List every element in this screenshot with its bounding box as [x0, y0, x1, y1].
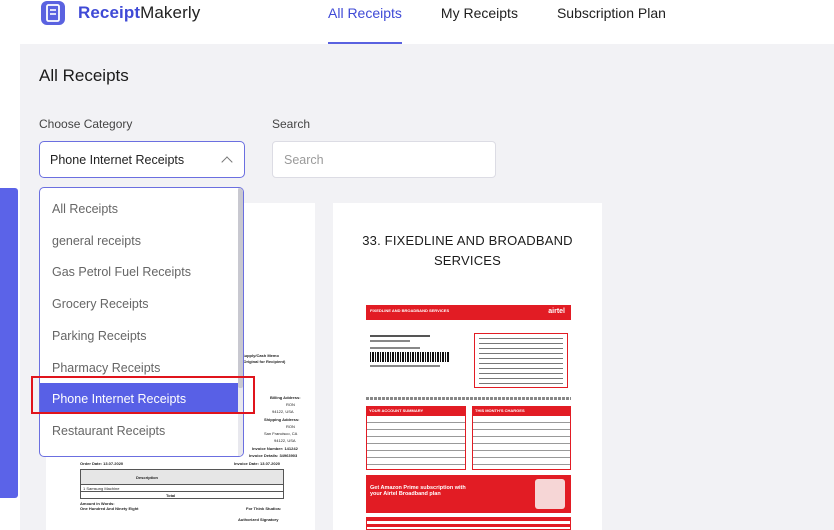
bill-header-text: FIXEDLINE AND BROADBAND SERVICES: [370, 308, 450, 313]
account-info-box: [474, 333, 568, 388]
invoice-table-row: 1 Samsung Machine: [80, 485, 284, 492]
search-input[interactable]: [272, 141, 496, 178]
bill-sub: (Original for Recipient): [242, 359, 286, 364]
invoice-date: Invoice Date: 13.07.2020: [234, 461, 281, 466]
category-select[interactable]: Phone Internet Receipts: [39, 141, 245, 178]
dropdown-option[interactable]: general receipts: [40, 225, 240, 256]
customer-block: [370, 335, 460, 385]
barcode-icon: [370, 352, 450, 362]
nav-all-receipts[interactable]: All Receipts: [328, 5, 402, 44]
billing-address-line: 94122, USA: [272, 409, 294, 414]
billing-address-line: RON: [286, 402, 295, 407]
receipt-icon: [41, 1, 65, 25]
invoice-total-row: Total: [80, 492, 284, 499]
col-description: Description: [136, 475, 159, 480]
category-label: Choose Category: [39, 117, 133, 131]
promo-line-2: your Airtel Broadband plan: [370, 491, 441, 497]
shipping-address-label: Shipping Address:: [264, 417, 300, 422]
dropdown-option[interactable]: Grocery Receipts: [40, 288, 240, 319]
category-select-value: Phone Internet Receipts: [50, 152, 185, 167]
page-title: All Receipts: [39, 66, 129, 85]
nav-my-receipts[interactable]: My Receipts: [441, 5, 518, 43]
airtel-logo: airtel: [548, 308, 565, 315]
chevron-up-icon: [221, 156, 233, 168]
receipt-card[interactable]: 33. FIXEDLINE AND BROADBAND SERVICES FIX…: [333, 203, 602, 530]
brand-name: ReceiptMakerly: [78, 3, 200, 23]
brand-name-bold: Receipt: [78, 3, 141, 22]
dropdown-option[interactable]: Parking Receipts: [40, 320, 240, 351]
for-label: For Think Studios:: [246, 506, 282, 511]
shipping-address-line: 94122, USA: [274, 438, 296, 443]
account-summary-bar: YOUR ACCOUNT SUMMARY: [366, 406, 466, 415]
signatory: Authorized Signatory: [238, 517, 279, 522]
highlight-box: [31, 376, 255, 414]
shipping-address-line: RON: [286, 424, 295, 429]
account-summary-label: YOUR ACCOUNT SUMMARY: [369, 408, 424, 413]
account-summary-table: [366, 415, 466, 470]
bill-header: Supply/Cash Memo: [242, 353, 279, 358]
invoice-details: Invoice Details: 34963903: [249, 453, 298, 458]
shipping-address-line: San Francisco, CA: [264, 431, 298, 436]
dropdown-option[interactable]: All Receipts: [40, 193, 240, 224]
month-charges-table: [472, 415, 571, 470]
broadband-bill-preview: FIXEDLINE AND BROADBAND SERVICES airtel …: [366, 305, 571, 530]
promo-banner: Get Amazon Prime subscription with your …: [366, 475, 571, 513]
dropdown-option[interactable]: Gas Petrol Fuel Receipts: [40, 256, 240, 287]
card-title: 33. FIXEDLINE AND BROADBAND SERVICES: [362, 233, 573, 268]
plan-details-table: [366, 517, 571, 530]
nav-subscription-plan[interactable]: Subscription Plan: [557, 5, 666, 43]
month-charges-bar: THIS MONTH'S CHARGES: [472, 406, 571, 415]
amount-words: One Hundred And Ninety Eight: [80, 506, 139, 511]
category-dropdown-menu: All Receipts general receipts Gas Petrol…: [39, 187, 244, 457]
total-label: Total: [166, 493, 176, 498]
dropdown-scrollbar[interactable]: [238, 188, 243, 456]
order-date: Order Date: 13.07.2020: [80, 461, 124, 466]
brand-logo[interactable]: ReceiptMakerly: [40, 0, 200, 26]
dropdown-scrollbar-thumb[interactable]: [238, 188, 243, 388]
top-navbar: ReceiptMakerly All Receipts My Receipts …: [0, 0, 834, 44]
billing-address-label: Billing Address:: [270, 395, 301, 400]
main-nav: All Receipts My Receipts Subscription Pl…: [328, 5, 705, 44]
side-accent-bar: [0, 188, 18, 498]
item-name: 1 Samsung Machine: [83, 486, 120, 491]
search-label: Search: [272, 117, 311, 131]
invoice-number: Invoice Number: 141242: [252, 446, 298, 451]
brand-name-light: Makerly: [140, 3, 201, 22]
invoice-table-header: Description: [80, 469, 284, 485]
dropdown-option[interactable]: Restaurant Receipts: [40, 415, 240, 446]
month-charges-label: THIS MONTH'S CHARGES: [475, 408, 525, 413]
promo-image: [535, 479, 565, 509]
bill-header-bar: FIXEDLINE AND BROADBAND SERVICES airtel: [366, 305, 571, 320]
